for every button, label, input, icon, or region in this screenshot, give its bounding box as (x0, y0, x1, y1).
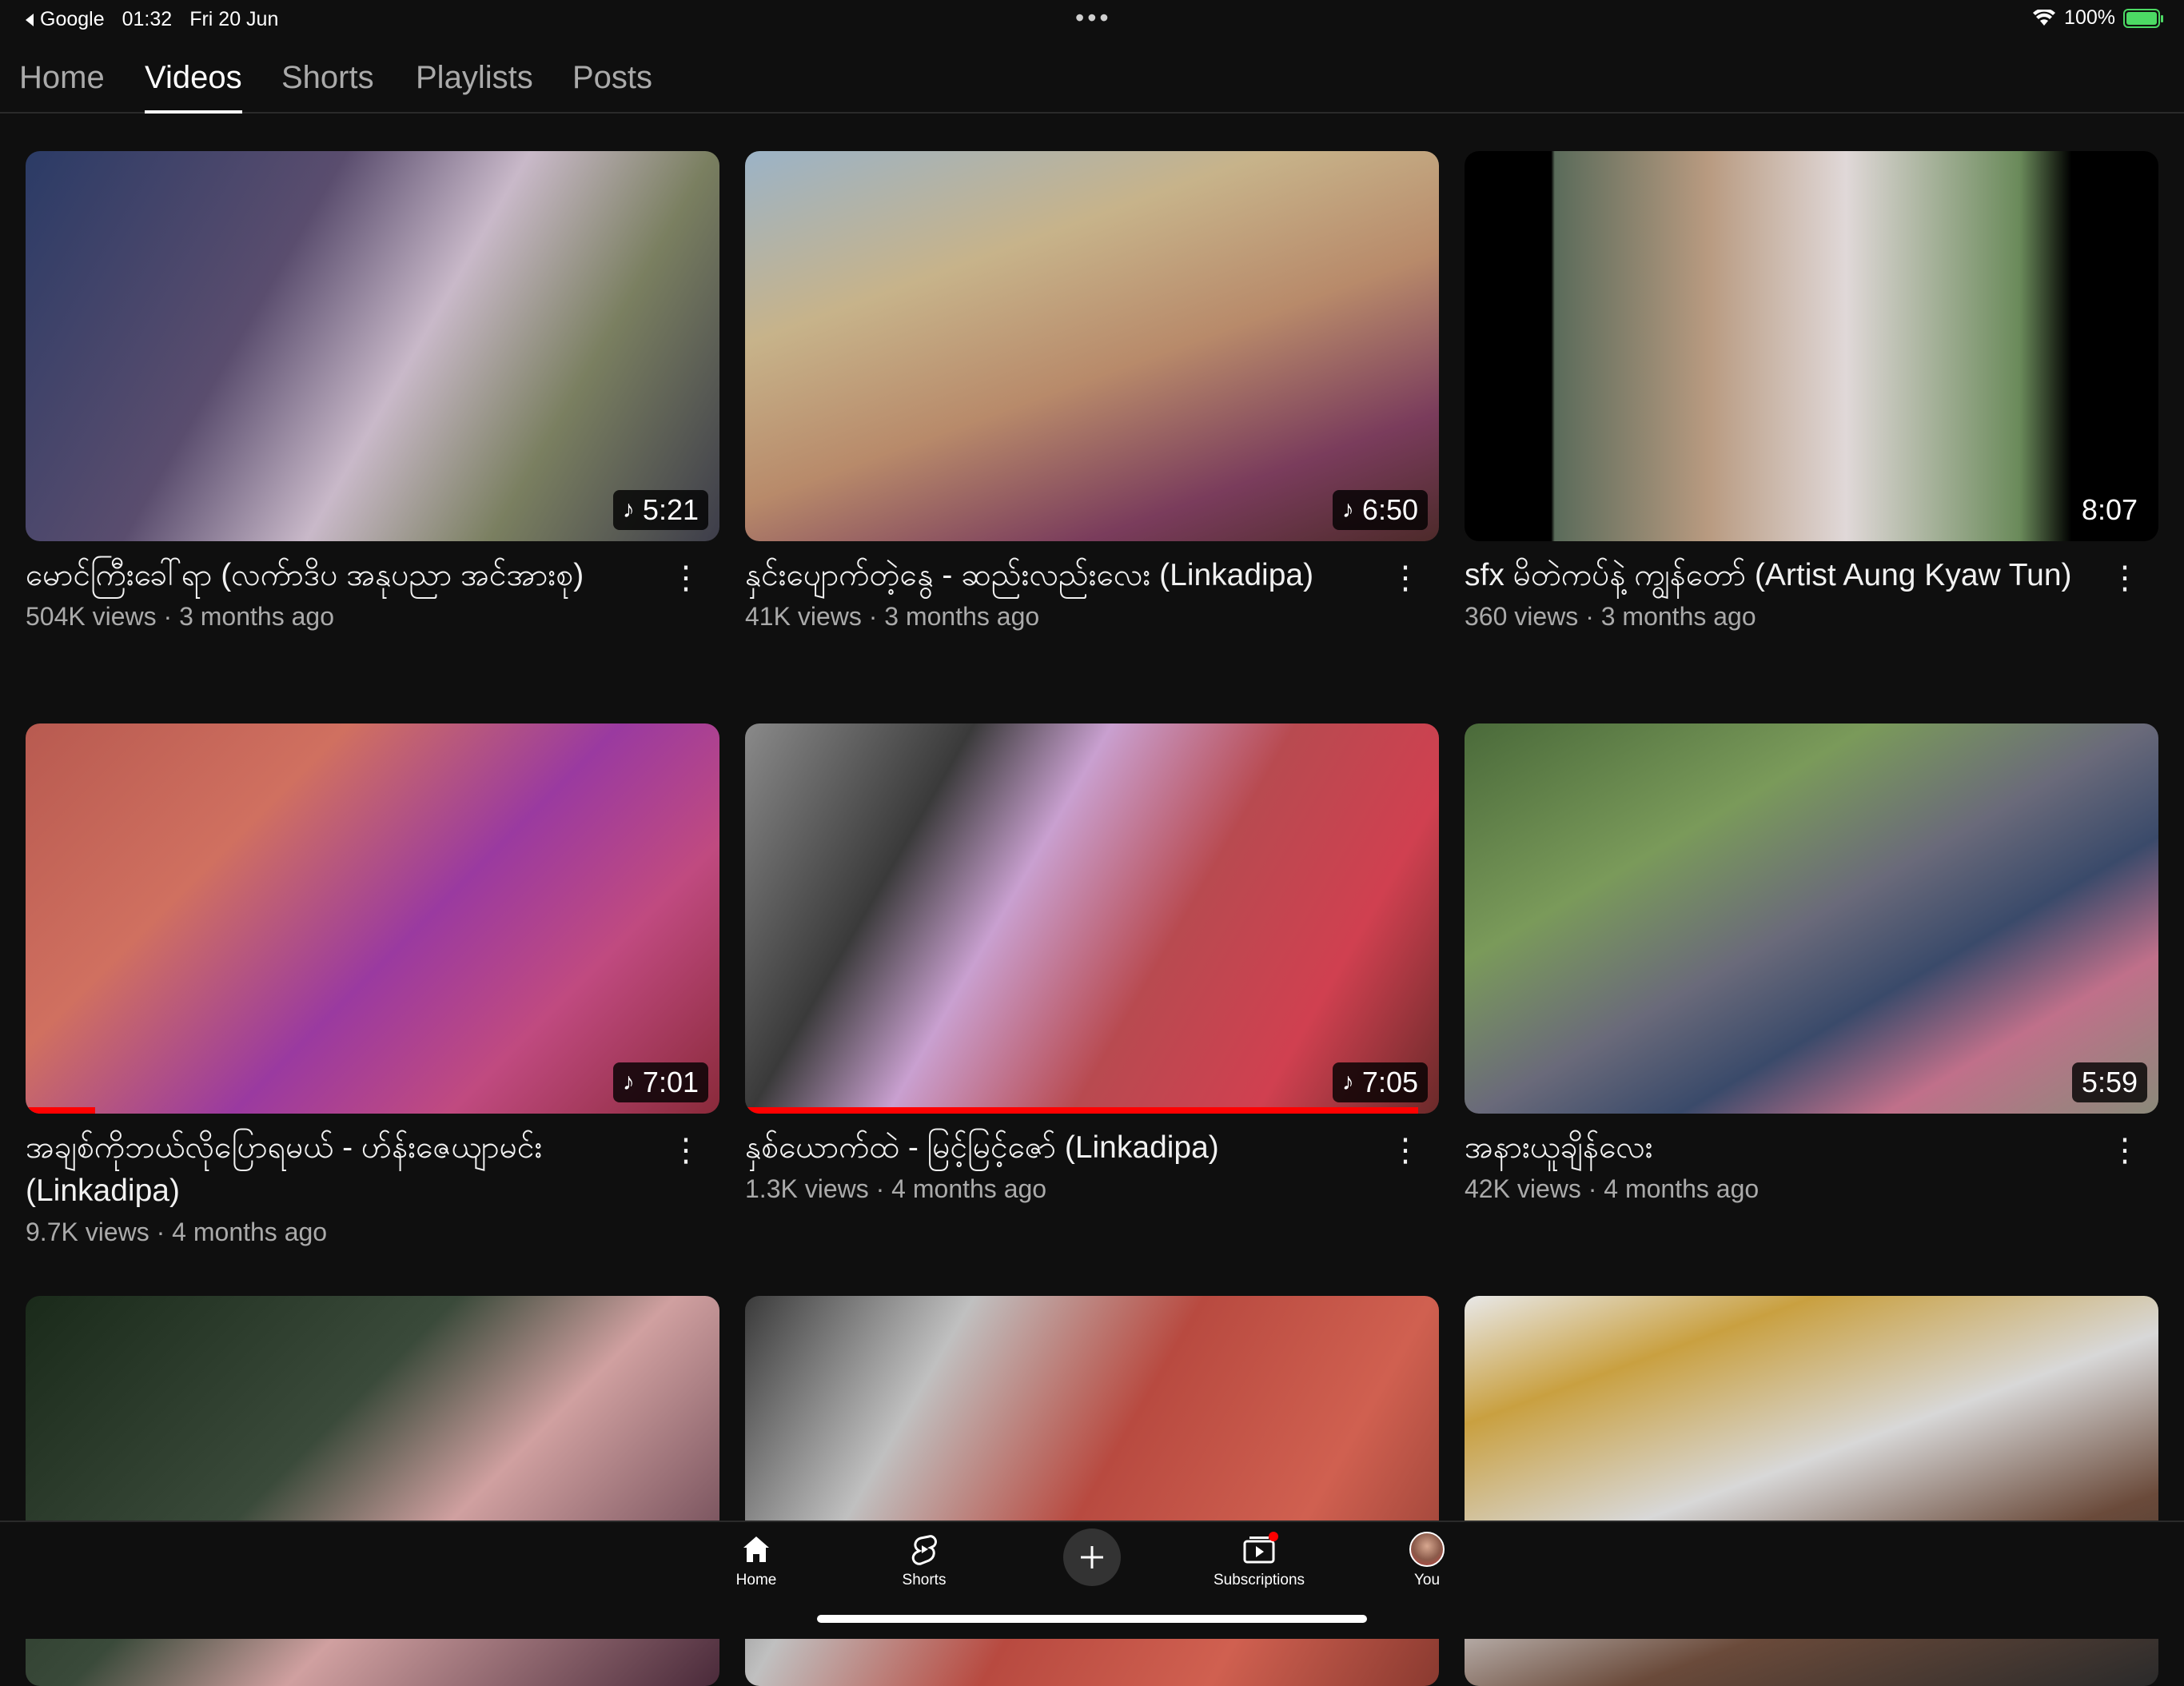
more-options-icon[interactable]: ⋮ (670, 562, 702, 594)
new-content-dot (1269, 1532, 1278, 1541)
upload-age: 4 months ago (1604, 1174, 1760, 1203)
video-thumbnail[interactable]: ♪ 7:05 (745, 723, 1439, 1114)
multitasking-dots-icon[interactable]: ••• (1075, 5, 1112, 30)
video-thumbnail[interactable]: ♪ 7:01 (26, 723, 719, 1114)
video-card[interactable]: 5:59 အနားယူချိန်လေး 42K views · 4 months… (1465, 723, 2158, 1204)
video-stats: 9.7K views · 4 months ago (26, 1218, 328, 1246)
back-triangle-icon (26, 13, 34, 26)
music-note-icon: ♪ (1341, 1069, 1354, 1095)
video-thumbnail[interactable]: ♪ 6:50 (745, 151, 1439, 541)
duration-badge: ♪ 6:50 (1332, 490, 1428, 530)
duration-badge: 5:59 (2071, 1062, 2147, 1102)
view-count: 9.7K views (26, 1218, 149, 1246)
view-count: 42K views (1465, 1174, 1581, 1203)
channel-tabs: Home Videos Shorts Playlists Posts (0, 50, 2184, 114)
duration-text: 7:05 (1361, 1066, 1418, 1098)
video-thumbnail[interactable]: 8:07 (1465, 151, 2158, 541)
nav-you[interactable]: You (1371, 1532, 1483, 1589)
tab-videos[interactable]: Videos (145, 58, 242, 114)
music-note-icon: ♪ (1341, 496, 1354, 523)
wifi-icon (2033, 9, 2056, 26)
duration-badge: ♪ 7:05 (1332, 1062, 1428, 1102)
video-card[interactable]: ♪ 6:50 နှင်းပျောက်တဲ့နွေ - ဆည်းလည်းလေး (… (745, 151, 1439, 632)
video-title[interactable]: နှစ်ယောက်ထဲ - မြင့်မြင့်ဇော် (Linkadipa) (745, 1126, 1391, 1170)
tab-posts[interactable]: Posts (572, 58, 652, 112)
view-count: 360 views (1465, 602, 1579, 631)
duration-text: 8:07 (2081, 493, 2138, 526)
home-indicator[interactable] (817, 1615, 1367, 1623)
watch-progress-bar (745, 1107, 1418, 1114)
tab-shorts[interactable]: Shorts (281, 58, 374, 112)
watch-progress-bar (26, 1107, 95, 1114)
video-card[interactable]: ♪ 7:01 အချစ်ကိုဘယ်လိုပြောရမယ် - ဟ်န်းဇေယ… (26, 723, 719, 1247)
tab-home[interactable]: Home (19, 58, 105, 112)
status-date: Fri 20 Jun (189, 8, 279, 30)
upload-age: 4 months ago (891, 1174, 1047, 1203)
upload-age: 4 months ago (172, 1218, 328, 1246)
more-options-icon[interactable]: ⋮ (1389, 1134, 1421, 1166)
video-stats: 360 views · 3 months ago (1465, 602, 1756, 631)
video-card[interactable]: ♪ 5:21 မောင်ကြီးခေါ်ရာ (လက်ာဒိပ အနုပညာ အ… (26, 151, 719, 632)
back-app-label: Google (40, 8, 105, 30)
tab-playlists[interactable]: Playlists (416, 58, 533, 112)
video-card[interactable]: ♪ 7:05 နှစ်ယောက်ထဲ - မြင့်မြင့်ဇော် (Lin… (745, 723, 1439, 1204)
home-icon (743, 1537, 769, 1562)
avatar (1409, 1532, 1445, 1567)
view-count: 41K views (745, 602, 862, 631)
music-note-icon: ♪ (622, 496, 635, 523)
video-card[interactable]: 8:07 sfx မိတဲကပ်နဲ့ ကျွန်တော် (Artist Au… (1465, 151, 2158, 632)
status-time: 01:32 (122, 8, 173, 30)
duration-text: 5:59 (2081, 1066, 2138, 1098)
upload-age: 3 months ago (179, 602, 334, 631)
video-stats: 1.3K views · 4 months ago (745, 1174, 1047, 1203)
more-options-icon[interactable]: ⋮ (2109, 1134, 2141, 1166)
video-stats: 504K views · 3 months ago (26, 602, 334, 631)
battery-charging-icon (2123, 8, 2163, 28)
upload-age: 3 months ago (1600, 602, 1756, 631)
video-title[interactable]: မောင်ကြီးခေါ်ရာ (လက်ာဒိပ အနုပညာ အင်အားစု… (26, 554, 672, 597)
shorts-icon (911, 1535, 937, 1565)
nav-you-label: You (1413, 1572, 1441, 1588)
view-count: 504K views (26, 602, 157, 631)
duration-badge: ♪ 7:01 (612, 1062, 708, 1102)
video-thumbnail[interactable]: 5:59 (1465, 723, 2158, 1114)
video-stats: 42K views · 4 months ago (1465, 1174, 1760, 1203)
video-title[interactable]: အချစ်ကိုဘယ်လိုပြောရမယ် - ဟ်န်းဇေယျာမင်း … (26, 1126, 672, 1213)
duration-text: 7:01 (642, 1066, 699, 1098)
upload-age: 3 months ago (884, 602, 1040, 631)
nav-home[interactable]: Home (700, 1532, 812, 1589)
duration-text: 6:50 (1361, 493, 1418, 526)
video-title[interactable]: နှင်းပျောက်တဲ့နွေ - ဆည်းလည်းလေး (Linkadi… (745, 554, 1391, 597)
duration-text: 5:21 (642, 493, 699, 526)
nav-subscriptions-label: Subscriptions (1213, 1572, 1305, 1588)
duration-badge: 8:07 (2071, 490, 2147, 530)
create-button[interactable] (1063, 1529, 1121, 1586)
duration-badge: ♪ 5:21 (612, 490, 708, 530)
more-options-icon[interactable]: ⋮ (2109, 562, 2141, 594)
video-title[interactable]: အနားယူချိန်လေး (1465, 1126, 2110, 1170)
back-to-app-link[interactable]: Google (24, 8, 105, 31)
nav-shorts[interactable]: Shorts (868, 1532, 980, 1589)
nav-shorts-label: Shorts (902, 1572, 947, 1588)
nav-home-label: Home (735, 1572, 777, 1588)
more-options-icon[interactable]: ⋮ (670, 1134, 702, 1166)
video-thumbnail[interactable]: ♪ 5:21 (26, 151, 719, 541)
view-count: 1.3K views (745, 1174, 869, 1203)
status-bar: Google 01:32 Fri 20 Jun ••• 100% (0, 0, 2184, 40)
battery-percent: 100% (2064, 6, 2115, 29)
music-note-icon: ♪ (622, 1069, 635, 1095)
more-options-icon[interactable]: ⋮ (1389, 562, 1421, 594)
video-stats: 41K views · 3 months ago (745, 602, 1040, 631)
video-title[interactable]: sfx မိတဲကပ်နဲ့ ကျွန်တော် (Artist Aung Ky… (1465, 554, 2110, 597)
nav-subscriptions[interactable]: Subscriptions (1203, 1532, 1315, 1589)
plus-icon (1081, 1546, 1103, 1568)
